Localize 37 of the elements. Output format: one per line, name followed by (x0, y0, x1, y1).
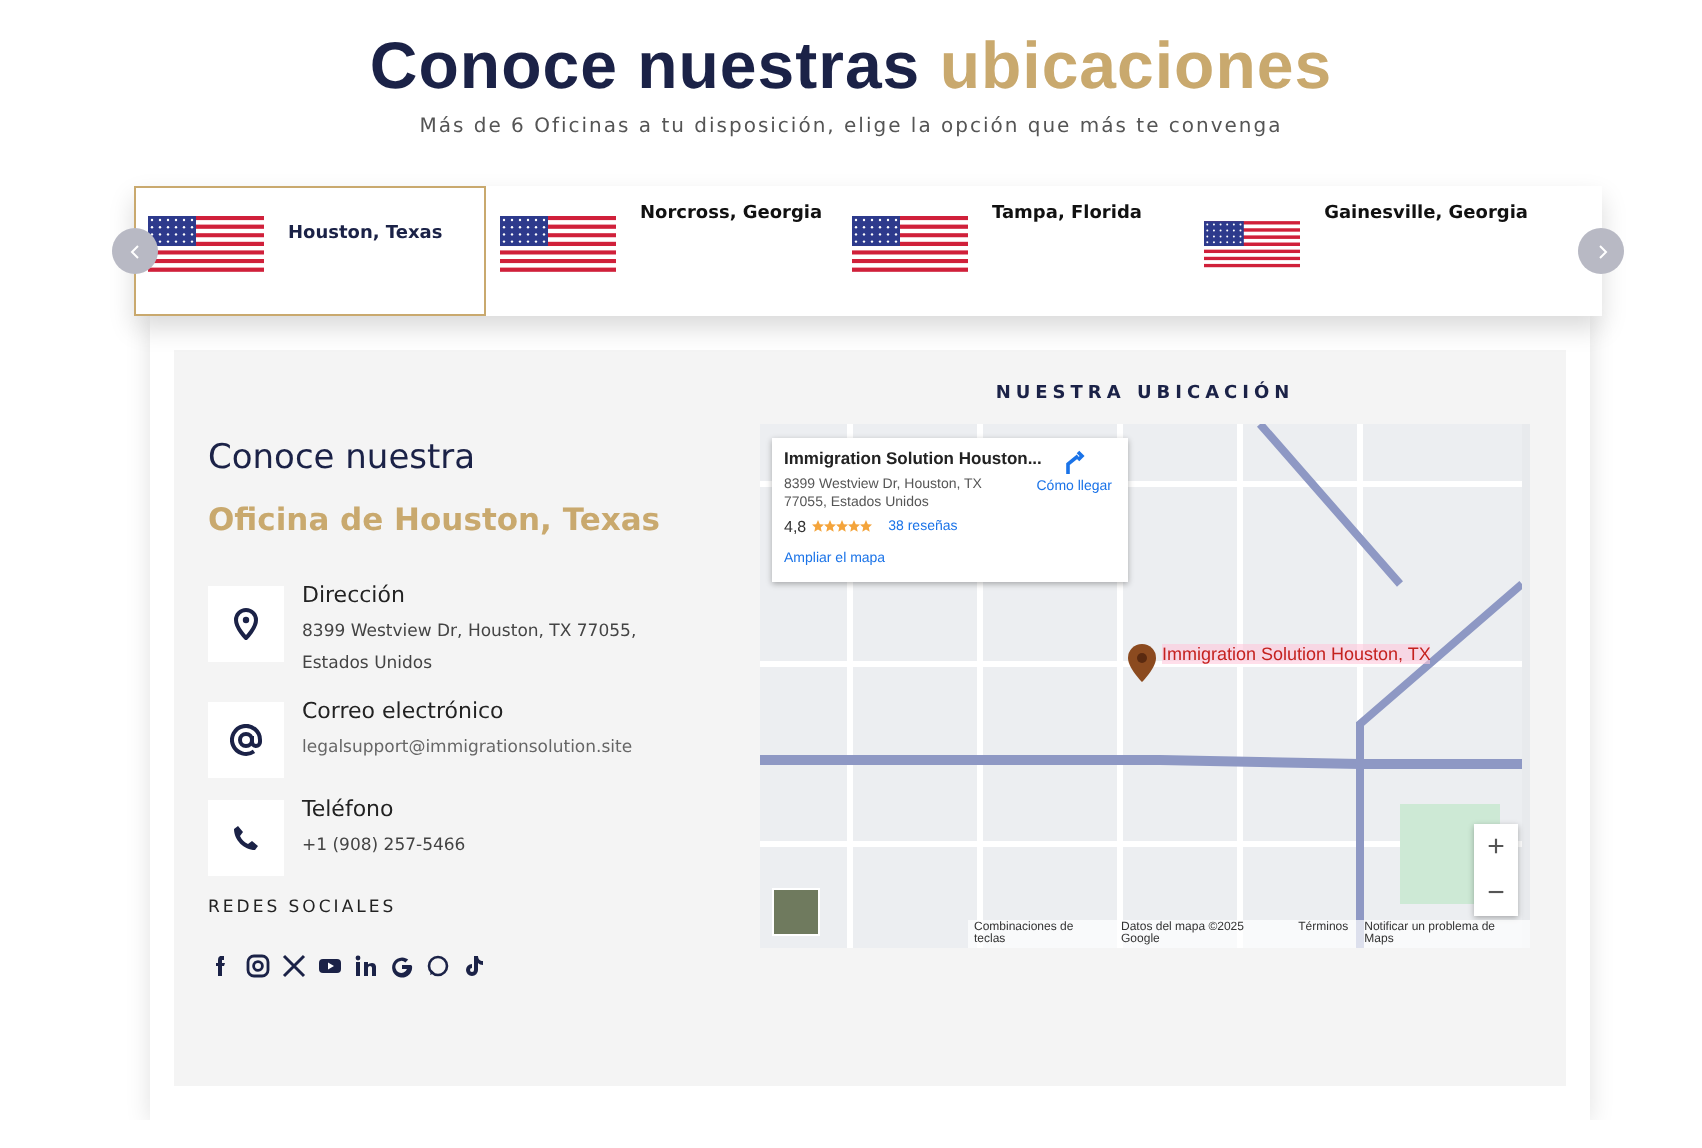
directions-icon[interactable] (1062, 450, 1087, 474)
rating-value: 4,8 (784, 518, 807, 536)
chevron-right-icon (1595, 244, 1607, 260)
map-section-title: NUESTRA UBICACIÓN (993, 384, 1297, 404)
location-tab[interactable]: Norcross, Georgia (486, 186, 838, 316)
address-text: 8399 Westview Dr, Houston, TX 77055, Estados Unidos (302, 620, 639, 678)
map-pin-icon[interactable] (1128, 644, 1156, 682)
at-sign-icon (230, 724, 262, 756)
page-title: Conoce nuestras ubicaciones (367, 28, 1335, 104)
google-icon[interactable] (388, 952, 416, 980)
office-heading: Conoce nuestra (208, 438, 478, 478)
contact-label: Correo electrónico (302, 698, 506, 724)
location-tab[interactable]: Tampa, Florida (838, 186, 1190, 316)
phone-icon (232, 824, 260, 852)
us-flag-icon (500, 216, 616, 276)
tiktok-icon[interactable] (460, 952, 488, 980)
us-flag-icon (148, 216, 264, 276)
page-subtitle: Más de 6 Oficinas a tu disposición, elige la opción que más te convenga (417, 116, 1285, 138)
social-heading: REDES SOCIALES (208, 898, 399, 918)
email-text: legalsupport@immigrationsolution.site (302, 736, 633, 762)
contact-label: Dirección (302, 582, 407, 608)
us-flag-icon (852, 216, 968, 276)
instagram-icon[interactable] (244, 952, 272, 980)
chevron-left-icon (129, 244, 141, 260)
contact-label: Teléfono (302, 796, 396, 822)
zoom-out-button[interactable]: − (1474, 870, 1518, 916)
pin-label: Immigration Solution Houston, TX (1162, 644, 1431, 664)
map-pin-icon (234, 608, 258, 640)
phone-text: +1 (908) 257-5466 (302, 834, 466, 860)
office-name: Oficina de Houston, Texas (208, 502, 663, 538)
linkedin-icon[interactable] (352, 952, 380, 980)
location-tab[interactable]: Houston, Texas (134, 186, 486, 316)
previous-arrow-button[interactable] (112, 228, 158, 274)
zoom-in-button[interactable]: + (1474, 824, 1518, 870)
location-tab[interactable]: Gainesville, Georgia (1190, 186, 1542, 316)
x-logo-icon[interactable] (280, 952, 308, 980)
satellite-thumbnail[interactable] (772, 888, 820, 936)
